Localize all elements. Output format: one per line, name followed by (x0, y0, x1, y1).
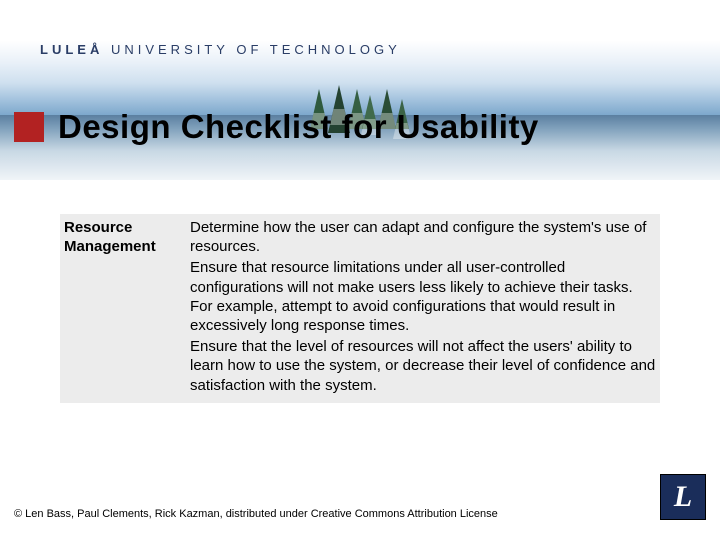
sky-gradient (0, 0, 720, 115)
attribution-text: © Len Bass, Paul Clements, Rick Kazman, … (14, 508, 498, 520)
university-rest: UNIVERSITY OF TECHNOLOGY (103, 42, 400, 57)
row-body: Determine how the user can adapt and con… (188, 214, 660, 403)
slide: LULEÅ UNIVERSITY OF TECHNOLOGY Design Ch… (0, 0, 720, 540)
slide-title: Design Checklist for Usability (58, 108, 539, 146)
title-bullet-icon (14, 112, 44, 142)
footer: © Len Bass, Paul Clements, Rick Kazman, … (14, 474, 706, 520)
header-banner: LULEÅ UNIVERSITY OF TECHNOLOGY Design Ch… (0, 0, 720, 180)
university-name: LULEÅ UNIVERSITY OF TECHNOLOGY (40, 42, 401, 57)
title-row: Design Checklist for Usability (14, 108, 539, 146)
content-table: Resource Management Determine how the us… (60, 214, 660, 403)
university-logo: L (660, 474, 706, 520)
logo-letter: L (674, 480, 692, 514)
body-paragraph-3: Ensure that the level of resources will … (190, 337, 656, 395)
body-paragraph-1: Determine how the user can adapt and con… (190, 218, 656, 256)
body-paragraph-2: Ensure that resource limitations under a… (190, 258, 656, 335)
row-heading: Resource Management (60, 214, 188, 403)
university-bold: LULEÅ (40, 42, 103, 57)
